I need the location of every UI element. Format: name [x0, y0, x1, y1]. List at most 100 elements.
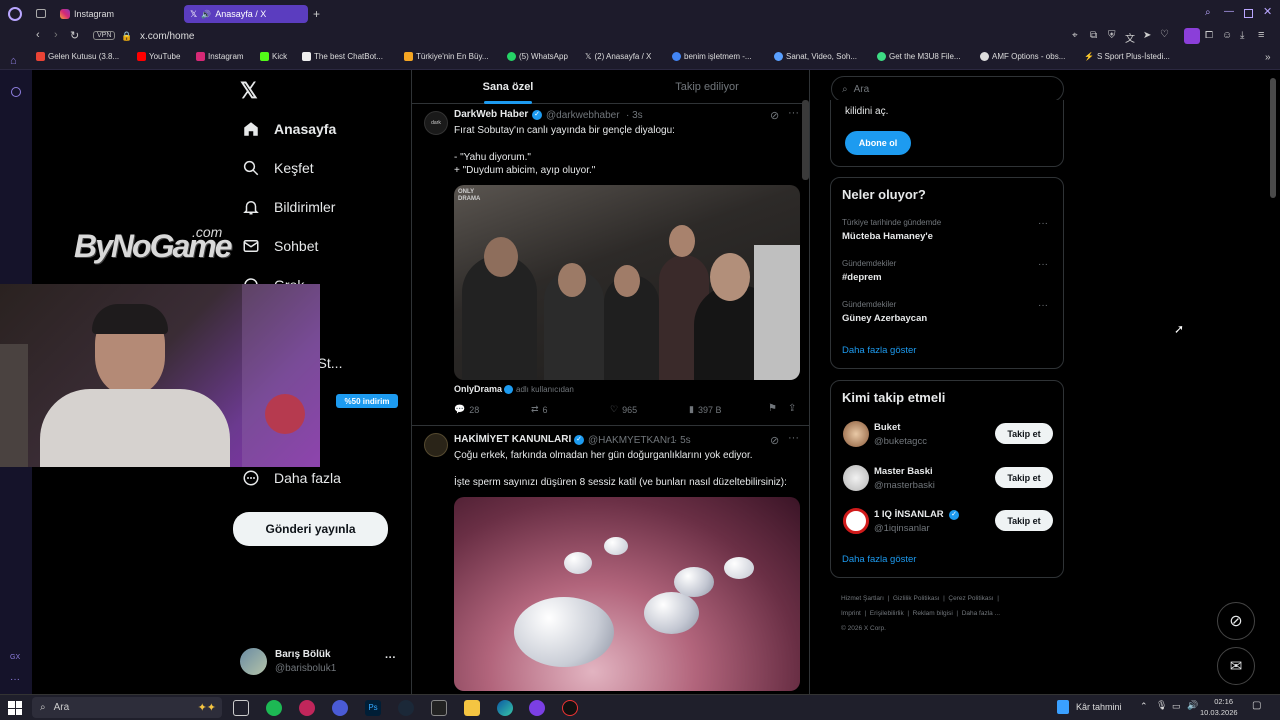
footer-link[interactable]: Hizmet Şartları	[841, 595, 884, 602]
weather-icon[interactable]	[1057, 700, 1069, 714]
weather-text[interactable]: Kâr tahmini	[1076, 702, 1122, 712]
clock-date[interactable]: 10.03.2026	[1200, 708, 1238, 717]
post-handle[interactable]: @HAKMYETKANr1	[588, 435, 676, 446]
send-icon[interactable]: ➤	[1143, 30, 1151, 41]
bookmark-instagram[interactable]: Instagram	[196, 52, 244, 61]
bookmark-gmail[interactable]: Gelen Kutusu (3.8...	[36, 52, 119, 61]
trend-item[interactable]: Türkiye tarihinde gündemde Mücteba Haman…	[831, 216, 1063, 256]
bookmark-icon[interactable]: ⚑	[768, 403, 777, 414]
x-logo-icon[interactable]: 𝕏	[240, 78, 258, 104]
post-card[interactable]: dark DarkWeb Haber ✓ @darkwebhaber · 3s …	[412, 105, 809, 426]
messages-fab-icon[interactable]: ✉	[1217, 647, 1255, 685]
sidebar-home-icon[interactable]: ⌂	[10, 55, 17, 67]
shield-icon[interactable]: ⛨	[1108, 30, 1116, 41]
clock-time[interactable]: 02:16	[1207, 697, 1233, 706]
nav-chat[interactable]: Sohbet	[242, 237, 318, 255]
opera-logo-icon[interactable]	[8, 7, 22, 21]
post-more-icon[interactable]: ···	[788, 107, 799, 119]
grok-fab-icon[interactable]: ⊘	[1217, 602, 1255, 640]
sidebar-more-icon[interactable]: ···	[10, 674, 20, 685]
close-window-icon[interactable]: ✕	[1263, 5, 1272, 18]
tab-following[interactable]: Takip ediliyor	[612, 70, 802, 104]
footer-link[interactable]: Çerez Politikası	[948, 595, 993, 602]
aria-extension-icon[interactable]	[1184, 28, 1200, 44]
grok-icon[interactable]: ⊘	[770, 109, 779, 122]
edge-icon[interactable]	[497, 700, 513, 716]
page-scrollbar[interactable]	[1270, 78, 1276, 198]
follow-show-more[interactable]: Daha fazla göster	[842, 554, 916, 565]
footer-link[interactable]: Imprint	[841, 610, 861, 617]
spotify-icon[interactable]	[266, 700, 282, 716]
photoshop-icon[interactable]: Ps	[365, 700, 381, 716]
bookmark-whatsapp[interactable]: (5) WhatsApp	[507, 52, 568, 61]
search-tabs-icon[interactable]: ⌕	[1205, 7, 1211, 18]
source-name[interactable]: OnlyDrama	[454, 384, 502, 394]
vpn-badge[interactable]: VPN	[93, 31, 116, 40]
footer-link[interactable]: Daha fazla ...	[962, 610, 1000, 617]
new-tab-icon[interactable]: +	[313, 7, 320, 21]
follow-button[interactable]: Takip et	[995, 423, 1053, 444]
maximize-icon[interactable]	[1244, 9, 1253, 18]
post-media[interactable]: ONLY DRAMA	[454, 185, 800, 380]
share-icon[interactable]: ⇪	[788, 403, 796, 414]
avatar[interactable]: dark	[424, 111, 448, 135]
snapshot-icon[interactable]: ⧉	[1090, 30, 1097, 41]
epic-games-icon[interactable]	[431, 700, 447, 716]
heart-icon[interactable]: ♡	[1160, 29, 1169, 40]
discord-icon[interactable]	[332, 700, 348, 716]
trend-item[interactable]: Gündemdekiler Güney Azerbaycan ···	[831, 298, 1063, 338]
search-input[interactable]: Ara	[854, 84, 870, 95]
footer-link[interactable]: Erişilebilirlik	[870, 610, 904, 617]
forward-icon[interactable]: ›	[54, 29, 58, 41]
bookmark-github[interactable]: AMF Options - obs...	[980, 52, 1065, 61]
volume-icon[interactable]: 🔊	[1187, 700, 1198, 711]
tab-x-home[interactable]: 𝕏 🔊 Anasayfa / X	[184, 5, 308, 23]
follow-suggestion[interactable]: Buket @buketagcc Takip et	[831, 419, 1063, 453]
post-more-icon[interactable]: ···	[788, 432, 799, 444]
file-explorer-icon[interactable]	[464, 700, 480, 716]
post-author[interactable]: HAKİMİYET KANUNLARI	[454, 434, 571, 445]
post-time[interactable]: · 5s	[674, 435, 691, 446]
reply-button[interactable]: 💬 28	[454, 404, 479, 415]
footer-link[interactable]: Reklam bilgisi	[913, 610, 953, 617]
network-icon[interactable]: ▭	[1172, 701, 1181, 712]
nav-more[interactable]: Daha fazla	[242, 469, 341, 487]
trend-more-icon[interactable]: ···	[1038, 259, 1048, 270]
profile-icon[interactable]: ☺	[1222, 30, 1232, 41]
follow-suggestion[interactable]: 1 IQ İNSANLAR ✓ @1iqinsanlar Takip et	[831, 506, 1063, 540]
download-icon[interactable]: ⤓	[1240, 30, 1244, 41]
bookmark-m3u8[interactable]: Get the M3U8 File...	[877, 52, 961, 61]
follow-button[interactable]: Takip et	[995, 467, 1053, 488]
views-button[interactable]: ▮ 397 B	[689, 404, 721, 415]
taskbar-search-input[interactable]: Ara	[54, 702, 70, 713]
account-switcher[interactable]: Barış Bölük @barisboluk1 ···	[240, 648, 400, 680]
extensions-icon[interactable]: ⧠	[1205, 30, 1213, 41]
taskbar-search[interactable]: ⌕ Ara ✦✦	[32, 697, 222, 718]
post-author[interactable]: DarkWeb Haber	[454, 109, 528, 120]
trend-more-icon[interactable]: ···	[1038, 218, 1048, 229]
back-icon[interactable]: ‹	[36, 29, 40, 41]
task-view-icon[interactable]	[233, 700, 249, 716]
notifications-icon[interactable]: ▢	[1252, 700, 1261, 711]
follow-suggestion[interactable]: Master Baski @masterbaski Takip et	[831, 463, 1063, 497]
post-button[interactable]: Gönderi yayınla	[233, 512, 388, 546]
bookmark-chatbot[interactable]: The best ChatBot...	[302, 52, 383, 61]
pin-icon[interactable]: ⌖	[1072, 30, 1078, 41]
bookmark-ssport[interactable]: ⚡ S Sport Plus-İstedi...	[1084, 52, 1170, 61]
windows-start-icon[interactable]	[8, 701, 22, 715]
bookmark-kick[interactable]: Kick	[260, 52, 287, 61]
bookmark-turkiye[interactable]: Türkiye'nin En Büy...	[404, 52, 489, 61]
bookmark-x[interactable]: 𝕏 (2) Anasayfa / X	[585, 52, 651, 61]
grok-icon[interactable]: ⊘	[770, 434, 779, 447]
app-icon[interactable]	[529, 700, 545, 716]
avatar[interactable]	[424, 433, 448, 457]
footer-link[interactable]: Gizlilik Politikası	[893, 595, 940, 602]
trend-more-icon[interactable]: ···	[1038, 300, 1048, 311]
steam-icon[interactable]	[398, 700, 414, 716]
reload-icon[interactable]: ↻	[70, 29, 79, 42]
tab-instagram[interactable]: Instagram	[54, 5, 182, 23]
subscribe-button[interactable]: Abone ol	[845, 131, 911, 155]
minimize-icon[interactable]: —	[1224, 6, 1234, 17]
trends-show-more[interactable]: Daha fazla göster	[842, 345, 916, 356]
tray-chevron-icon[interactable]: ⌃	[1140, 701, 1148, 712]
